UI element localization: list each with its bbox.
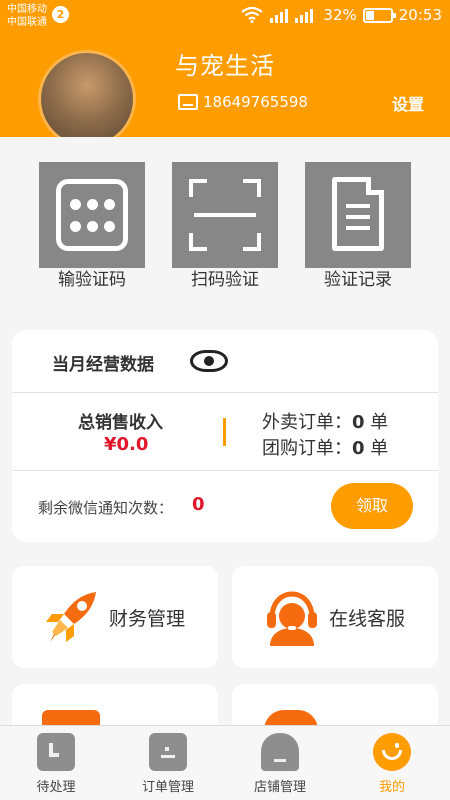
takeout-orders: 外卖订单：0 单 xyxy=(262,408,388,434)
settings-button[interactable]: 设置 xyxy=(392,91,424,115)
menu-label: 在线客服 xyxy=(329,608,406,630)
group-orders: 团购订单：0 单 xyxy=(262,434,388,460)
group-unit: 单 xyxy=(370,438,389,459)
profile-header: 中国移动 中国联通 2 32% 20:53 与宠生活 18649765598 设… xyxy=(0,0,450,137)
carrier-info: 中国移动 中国联通 xyxy=(7,3,47,29)
tool-label: 验证记录 xyxy=(324,270,392,290)
store-icon xyxy=(261,733,299,771)
divider xyxy=(12,392,438,393)
eye-icon[interactable] xyxy=(190,350,228,372)
tool-label: 扫码验证 xyxy=(191,270,259,290)
rocket-icon xyxy=(46,592,96,642)
carrier-2: 中国联通 xyxy=(7,17,47,28)
takeout-count: 0 xyxy=(352,412,365,433)
phone-row: 18649765598 xyxy=(178,92,308,112)
tab-label: 订单管理 xyxy=(141,780,194,795)
menu-finance[interactable]: 财务管理 xyxy=(12,566,218,668)
wechat-notice-count: 0 xyxy=(192,494,205,515)
takeout-unit: 单 xyxy=(370,412,389,433)
business-title: 当月经营数据 xyxy=(52,355,154,375)
tool-scan-code[interactable]: 扫码验证 xyxy=(172,162,278,292)
tab-pending[interactable]: 待处理 xyxy=(0,726,112,800)
scan-icon[interactable] xyxy=(172,162,278,268)
tool-label: 输验证码 xyxy=(58,270,126,290)
avatar[interactable] xyxy=(38,50,136,137)
tool-enter-code[interactable]: 输验证码 xyxy=(39,162,145,292)
verification-tools: 输验证码 扫码验证 验证记录 xyxy=(0,162,450,292)
total-sales-value: ¥0.0 xyxy=(104,434,149,455)
divider xyxy=(12,470,438,471)
tab-orders[interactable]: 订单管理 xyxy=(112,726,224,800)
status-bar: 中国移动 中国联通 2 32% 20:53 xyxy=(0,0,450,32)
shop-name: 与宠生活 xyxy=(175,52,275,80)
monthly-business-card: 当月经营数据 总销售收入 ¥0.0 外卖订单：0 单 团购订单：0 单 剩余微信… xyxy=(12,330,438,542)
keypad-icon[interactable] xyxy=(39,162,145,268)
tab-label: 我的 xyxy=(378,780,405,795)
battery-percent: 32% xyxy=(323,6,357,24)
group-label: 团购订单： xyxy=(262,438,352,459)
divider-bar xyxy=(223,418,226,446)
takeout-label: 外卖订单： xyxy=(262,412,352,433)
profile-smile-icon xyxy=(373,733,411,771)
carrier-1: 中国移动 xyxy=(7,4,47,15)
wechat-notice-label: 剩余微信通知次数： xyxy=(38,499,174,517)
tab-store[interactable]: 店铺管理 xyxy=(224,726,336,800)
notification-badge: 2 xyxy=(52,6,69,23)
orders-icon xyxy=(149,733,187,771)
tool-verify-records[interactable]: 验证记录 xyxy=(305,162,411,292)
menu-label: 财务管理 xyxy=(109,608,186,630)
tab-mine[interactable]: 我的 xyxy=(336,726,448,800)
document-icon[interactable] xyxy=(305,162,411,268)
menu-customer-service[interactable]: 在线客服 xyxy=(232,566,438,668)
phone-icon xyxy=(178,94,198,110)
status-indicators: 32% 20:53 xyxy=(241,6,442,24)
tab-label: 待处理 xyxy=(36,780,76,795)
pending-icon xyxy=(37,733,75,771)
status-time: 20:53 xyxy=(398,6,442,24)
battery-icon xyxy=(362,7,396,23)
claim-button[interactable]: 领取 xyxy=(331,483,413,529)
signal-icon xyxy=(270,9,314,23)
total-sales-label: 总销售收入 xyxy=(78,413,163,433)
bottom-tab-bar: 待处理 订单管理 店铺管理 我的 xyxy=(0,725,450,800)
tab-label: 店铺管理 xyxy=(253,780,306,795)
group-count: 0 xyxy=(352,438,365,459)
phone-number: 18649765598 xyxy=(203,93,308,111)
customer-service-icon xyxy=(267,591,317,646)
wifi-icon xyxy=(241,7,264,23)
